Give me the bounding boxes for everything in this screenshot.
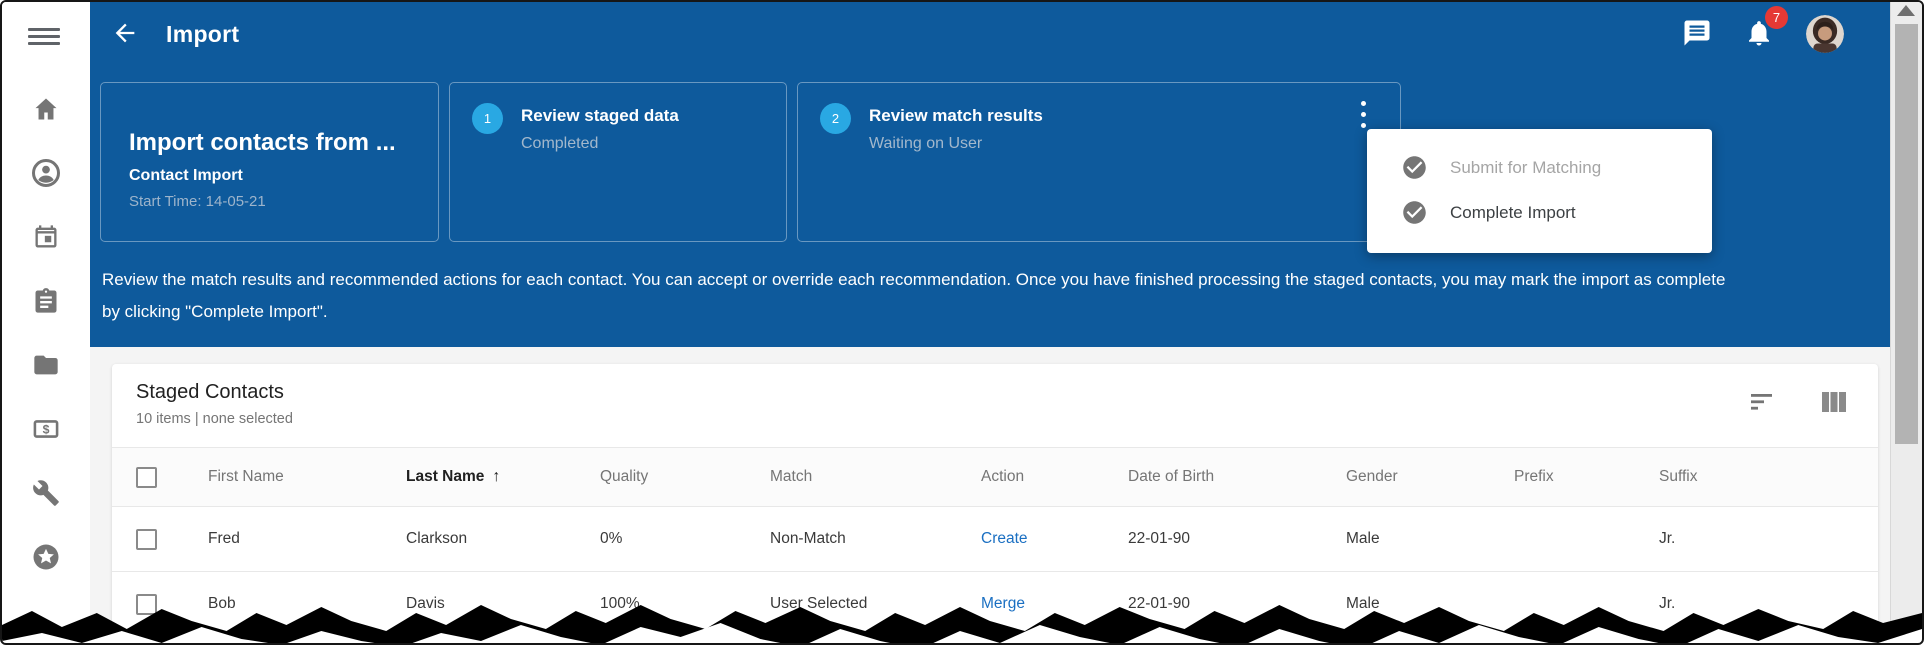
cell-match: User Selected [770,595,981,613]
table-title: Staged Contacts [136,381,1878,404]
action-link[interactable]: Create [981,530,1128,548]
cell-suffix: Jr. [1659,595,1878,613]
column-first-name[interactable]: First Name [208,468,406,486]
app-window: $ Import 7 [0,0,1924,645]
cell-quality: 0% [600,530,770,548]
account-icon[interactable] [31,158,61,188]
cell-match: Non-Match [770,530,981,548]
chat-icon[interactable] [1682,18,1712,51]
column-match[interactable]: Match [770,468,981,486]
sort-ascending-icon: ↑ [492,468,500,485]
cell-gender: Male [1346,595,1514,613]
step-card-review-match-results[interactable]: 2 Review match results Waiting on User [797,82,1401,242]
menu-item-complete-import[interactable]: Complete Import [1367,190,1712,235]
user-avatar[interactable] [1806,15,1844,53]
select-all-checkbox[interactable] [136,467,157,488]
import-type: Contact Import [129,167,438,185]
menu-icon[interactable] [28,23,60,49]
column-header-row: First Name Last Name ↑ Quality Match Acti… [112,447,1878,507]
menu-item-label: Complete Import [1450,203,1576,223]
step-status: Completed [521,135,679,153]
content-area: Staged Contacts 10 items | none selected… [90,347,1890,645]
import-start-time: Start Time: 14-05-21 [129,193,438,210]
sort-icon[interactable] [1750,390,1776,417]
scroll-up-arrow-icon[interactable] [1897,5,1915,16]
column-label: Last Name [406,468,484,485]
import-summary-card[interactable]: Import contacts from ... Contact Import … [100,82,439,242]
staged-contacts-card: Staged Contacts 10 items | none selected… [112,364,1878,645]
menu-item-label: Submit for Matching [1450,158,1601,178]
cell-date-of-birth: 22-01-90 [1128,530,1346,548]
cell-last-name: Davis [406,595,600,613]
import-title: Import contacts from ... [129,129,438,157]
description-line-1: Review the match results and recommended… [102,264,1877,296]
cell-date-of-birth: 22-01-90 [1128,595,1346,613]
row-checkbox[interactable] [136,529,157,550]
back-arrow-icon[interactable] [110,19,140,49]
check-circle-icon [1401,199,1428,226]
column-gender[interactable]: Gender [1346,468,1514,486]
action-link[interactable]: Merge [981,595,1128,613]
column-last-name[interactable]: Last Name ↑ [406,468,600,486]
column-quality[interactable]: Quality [600,468,770,486]
wizard-cards: Import contacts from ... Contact Import … [100,82,1401,242]
tools-icon[interactable] [31,478,61,508]
notifications-bell-icon[interactable]: 7 [1744,18,1774,51]
notification-badge: 7 [1765,6,1788,29]
column-suffix[interactable]: Suffix [1659,468,1878,486]
cell-first-name: Bob [208,595,406,613]
row-checkbox[interactable] [136,594,157,615]
step-number-badge: 1 [472,103,503,134]
scrollbar-thumb[interactable] [1895,24,1918,444]
column-prefix[interactable]: Prefix [1514,468,1659,486]
tasks-icon[interactable] [31,286,61,316]
calendar-icon[interactable] [31,222,61,252]
step-status: Waiting on User [869,135,1043,153]
step-number-badge: 2 [820,103,851,134]
context-menu: Submit for Matching Complete Import [1367,129,1712,253]
cell-first-name: Fred [208,530,406,548]
column-date-of-birth[interactable]: Date of Birth [1128,468,1346,486]
table-selection-summary: 10 items | none selected [136,411,1878,427]
step-title: Review match results [869,106,1043,126]
page-title: Import [166,21,239,48]
favorites-icon[interactable] [31,542,61,572]
topbar-actions: 7 [1682,15,1844,53]
table-row[interactable]: Fred Clarkson 0% Non-Match Create 22-01-… [112,507,1878,572]
menu-item-submit-for-matching[interactable]: Submit for Matching [1367,145,1712,190]
wizard-description: Review the match results and recommended… [102,264,1877,328]
svg-text:$: $ [43,422,50,436]
vertical-scrollbar [1890,2,1922,643]
folder-icon[interactable] [31,350,61,380]
billing-icon[interactable]: $ [31,414,61,444]
table-row[interactable]: Bob Davis 100% User Selected Merge 22-01… [112,572,1878,637]
table-header: Staged Contacts 10 items | none selected [112,364,1878,447]
cell-gender: Male [1346,530,1514,548]
columns-icon[interactable] [1820,390,1848,417]
cell-last-name: Clarkson [406,530,600,548]
sidebar: $ [2,2,90,643]
cell-quality: 100% [600,595,770,613]
step-title: Review staged data [521,106,679,126]
check-circle-icon [1401,154,1428,181]
column-action[interactable]: Action [981,468,1128,486]
step-card-review-staged-data[interactable]: 1 Review staged data Completed [449,82,787,242]
sidebar-nav: $ [2,94,90,572]
cell-suffix: Jr. [1659,530,1878,548]
topbar: Import 7 [90,2,1890,66]
description-line-2: by clicking "Complete Import". [102,296,1877,328]
home-icon[interactable] [31,94,61,124]
table-tools [1750,390,1848,417]
